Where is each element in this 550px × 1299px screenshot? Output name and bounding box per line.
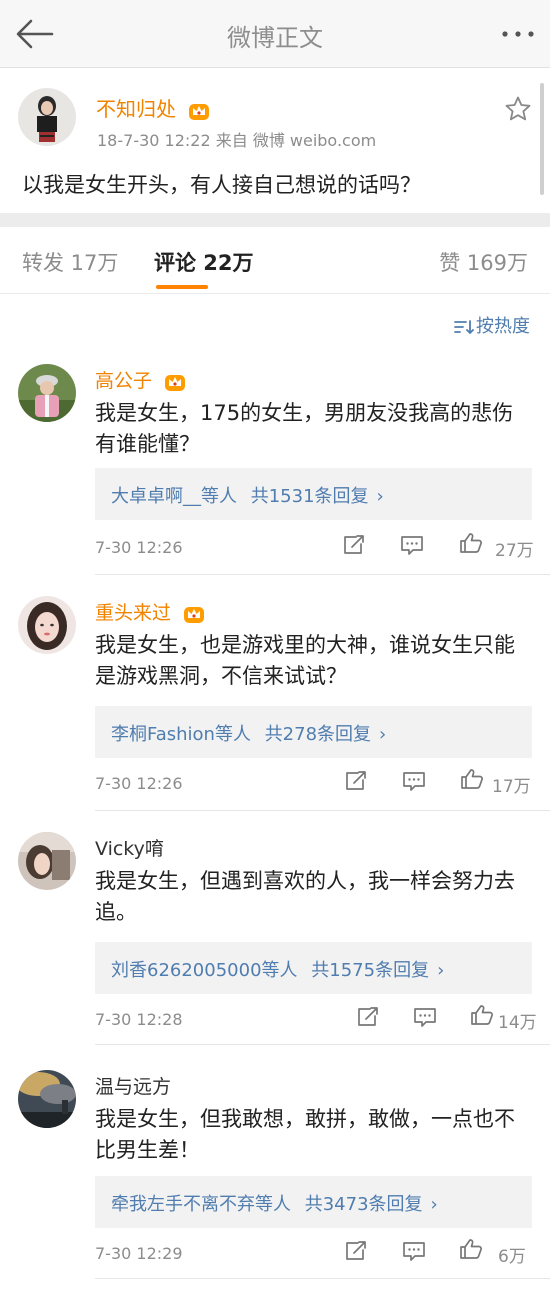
like-count: 27万 xyxy=(495,541,534,561)
comment-username[interactable]: 温与远方 xyxy=(95,1072,171,1099)
chevron-right-icon: › xyxy=(379,724,387,745)
comment-username-text: 温与远方 xyxy=(95,1076,172,1098)
comment-item: 温与远方 我是女生，但我敢想，敢拼，敢做，一点也不比男生差！ 牵我左手不离不弃等… xyxy=(0,1070,550,1290)
comment-username[interactable]: Vicky唷 xyxy=(95,834,164,861)
reply-summary[interactable]: 牵我左手不离不弃等人 共3473条回复 › xyxy=(95,1176,532,1228)
comment-avatar[interactable] xyxy=(18,596,76,654)
star-outline-icon[interactable] xyxy=(504,95,532,123)
reply-summary[interactable]: 大卓卓啊__等人 共1531条回复 › xyxy=(95,468,532,520)
comment-time: 7-30 12:26 xyxy=(95,538,183,557)
comment-username[interactable]: 重头来过 xyxy=(95,598,205,625)
comment-username[interactable]: 高公子 xyxy=(95,366,186,393)
comment-divider xyxy=(95,574,550,575)
share-icon[interactable] xyxy=(356,1006,380,1028)
tab-bar: 转发 17万 评论 22万 赞 169万 xyxy=(0,227,550,294)
sort-label: 按热度 xyxy=(476,316,530,337)
post-meta: 18-7-30 12:22 来自 微博 weibo.com xyxy=(97,131,377,150)
comment-divider xyxy=(95,1278,550,1279)
chevron-right-icon: › xyxy=(376,486,384,507)
comment-icon[interactable] xyxy=(413,1006,437,1028)
reply-count: 共278条回复 xyxy=(264,724,372,745)
reply-users: 李桐Fashion等人 xyxy=(111,724,251,745)
like-count: 6万 xyxy=(498,1247,526,1267)
comment-item: 高公子 我是女生，175的女生，男朋友没我高的悲伤有谁能懂？ 大卓卓啊__等人 … xyxy=(0,364,550,584)
more-dots-icon[interactable] xyxy=(500,28,536,40)
comment-time: 7-30 12:26 xyxy=(95,774,183,793)
vip-crown-icon xyxy=(184,606,205,623)
comment-text: 我是女生，175的女生，男朋友没我高的悲伤有谁能懂？ xyxy=(95,401,514,456)
reply-users: 刘香6262005000等人 xyxy=(111,960,298,981)
reply-users: 大卓卓啊__等人 xyxy=(111,486,237,507)
post-card: 不知归处 18-7-30 12:22 来自 微博 weibo.com 以我是女生… xyxy=(0,69,550,213)
tab-likes[interactable]: 赞 169万 xyxy=(439,247,528,277)
section-divider xyxy=(0,213,550,227)
comment-text: 我是女生，也是游戏里的大神，谁说女生只能是游戏黑洞，不信来试试？ xyxy=(95,633,515,688)
reply-count: 共3473条回复 xyxy=(304,1194,423,1215)
comment-username-text: 高公子 xyxy=(95,370,153,392)
reply-summary[interactable]: 刘香6262005000等人 共1575条回复 › xyxy=(95,942,532,994)
share-icon[interactable] xyxy=(344,1240,368,1262)
chevron-right-icon: › xyxy=(430,1194,438,1215)
post-text: 以我是女生开头，有人接自己想说的话吗？ xyxy=(22,173,421,197)
tab-active-indicator xyxy=(156,285,208,289)
sort-icon xyxy=(454,320,474,334)
reply-count: 共1575条回复 xyxy=(311,960,430,981)
comment-divider xyxy=(95,810,550,811)
comment-avatar[interactable] xyxy=(18,832,76,890)
like-count: 14万 xyxy=(498,1013,537,1033)
comment-divider xyxy=(95,1044,550,1045)
post-avatar[interactable] xyxy=(18,88,76,146)
comment-icon[interactable] xyxy=(402,1240,426,1262)
comment-icon[interactable] xyxy=(402,770,426,792)
share-icon[interactable] xyxy=(342,534,366,556)
scrollbar[interactable] xyxy=(540,83,544,195)
like-count: 17万 xyxy=(492,777,531,797)
vip-crown-icon xyxy=(189,103,210,120)
comment-item: 重头来过 我是女生，也是游戏里的大神，谁说女生只能是游戏黑洞，不信来试试？ 李桐… xyxy=(0,596,550,816)
top-bar: 微博正文 xyxy=(0,0,550,68)
vip-crown-icon xyxy=(165,374,186,391)
comment-time: 7-30 12:29 xyxy=(95,1244,183,1263)
comment-text: 我是女生，但遇到喜欢的人，我一样会努力去追。 xyxy=(95,869,515,924)
comment-username-text: Vicky唷 xyxy=(95,838,164,860)
thumbs-up-icon[interactable] xyxy=(470,1004,494,1026)
share-icon[interactable] xyxy=(344,770,368,792)
tab-comments[interactable]: 评论 22万 xyxy=(154,247,254,277)
comment-item: Vicky唷 我是女生，但遇到喜欢的人，我一样会努力去追。 刘香62620050… xyxy=(0,832,550,1052)
reply-count: 共1531条回复 xyxy=(250,486,369,507)
comment-text: 我是女生，但我敢想，敢拼，敢做，一点也不比男生差！ xyxy=(95,1107,515,1162)
post-username-text: 不知归处 xyxy=(96,97,176,121)
comment-username-text: 重头来过 xyxy=(95,602,172,624)
comment-time: 7-30 12:28 xyxy=(95,1010,183,1029)
reply-summary[interactable]: 李桐Fashion等人 共278条回复 › xyxy=(95,706,532,758)
thumbs-up-icon[interactable] xyxy=(459,532,483,554)
reply-users: 牵我左手不离不弃等人 xyxy=(111,1194,291,1215)
chevron-right-icon: › xyxy=(437,960,445,981)
comment-avatar[interactable] xyxy=(18,1070,76,1128)
comment-avatar[interactable] xyxy=(18,364,76,422)
comment-icon[interactable] xyxy=(400,534,424,556)
thumbs-up-icon[interactable] xyxy=(460,768,484,790)
sort-button[interactable]: 按热度 xyxy=(454,312,530,338)
tab-repost[interactable]: 转发 17万 xyxy=(22,247,118,277)
page-title: 微博正文 xyxy=(227,24,323,52)
post-username[interactable]: 不知归处 xyxy=(96,93,210,122)
thumbs-up-icon[interactable] xyxy=(459,1238,483,1260)
